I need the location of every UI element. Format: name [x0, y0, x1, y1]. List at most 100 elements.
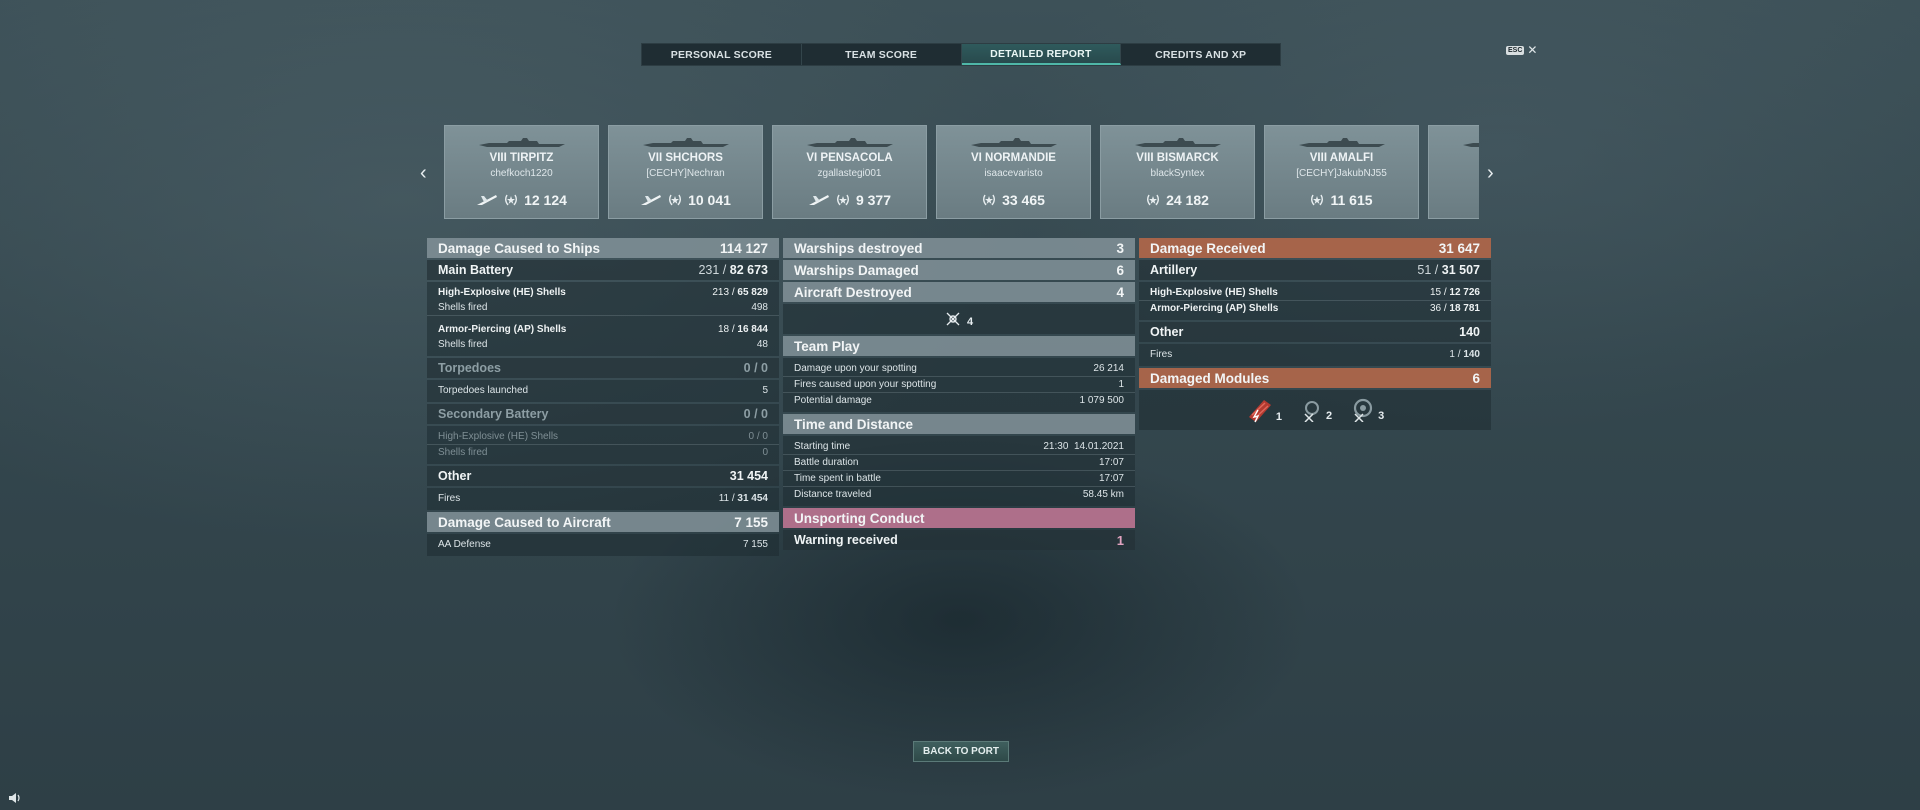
ship-card[interactable]: VI PENSACOLA zgallastegi001 9 377 — [772, 125, 927, 219]
player-name: [CECHY]Nechran — [646, 168, 725, 179]
received-ap-row: Armor-Piercing (AP) Shells 36 / 18 781 — [1150, 303, 1480, 314]
received-fires-row: Fires 1 / 140 — [1150, 349, 1480, 360]
distance-traveled-row: Distance traveled 58.45 km — [794, 489, 1124, 500]
aircraft-icon-count: 4 — [966, 316, 974, 328]
spotting-fires-row: Fires caused upon your spotting 1 — [783, 377, 1135, 393]
potential-damage-row: Potential damage 1 079 500 — [794, 395, 1124, 406]
ship-name: VI PENSACOLA — [806, 152, 893, 164]
ship-score-line: 33 465 — [937, 192, 1090, 208]
player-name: zgallastegi001 — [817, 168, 882, 179]
ship-silhouette-icon — [971, 138, 1057, 147]
damaged-modules-header: Damaged Modules 6 — [1139, 368, 1491, 388]
ship-card[interactable]: VIII AMALFI [CECHY]JakubNJ55 11 615 — [1264, 125, 1419, 219]
warships-damaged-row: Warships Damaged 6 — [783, 260, 1135, 280]
torpedoes-row: Torpedoes 0 / 0 — [427, 358, 779, 378]
ship-score-line: 10 041 — [609, 192, 762, 208]
artillery-details: High-Explosive (HE) Shells 15 / 12 726 Ar… — [1139, 282, 1491, 320]
damage-received-header: Damage Received 31 647 — [1139, 238, 1491, 258]
laurel-icon — [983, 194, 996, 206]
ship-card[interactable]: VIII TIRPITZ chefkoch1220 12 124 — [444, 125, 599, 219]
plane-destroyed-icon — [946, 312, 960, 326]
warships-destroyed-row: Warships destroyed 3 — [783, 238, 1135, 258]
main-battery-details: High-Explosive (HE) Shells 213 / 65 829 S… — [427, 282, 779, 356]
secondary-battery-row: Secondary Battery 0 / 0 — [427, 404, 779, 424]
player-name: [NO — [1429, 168, 1479, 179]
module-engine: 1 — [1246, 397, 1282, 423]
turret-icon — [1353, 398, 1373, 422]
fires-row: Fires 11 / 31 454 — [438, 493, 768, 504]
ship-card[interactable]: VI NORMANDIE isaacevaristo 33 465 — [936, 125, 1091, 219]
ship-name: VIII TIRPITZ — [489, 152, 554, 164]
he-shells-fired-row: Shells fired 498 — [427, 300, 779, 316]
player-name: [CECHY]JakubNJ55 — [1296, 168, 1387, 179]
spotter-plane-icon — [808, 195, 829, 205]
player-name: chefkoch1220 — [490, 168, 553, 179]
damage-to-aircraft-header: Damage Caused to Aircraft 7 155 — [427, 512, 779, 532]
torpedoes-details: Torpedoes launched 5 — [427, 380, 779, 402]
time-in-battle-row: Time spent in battle 17:07 — [783, 471, 1135, 487]
main-battery-row: Main Battery 231 / 82 673 — [427, 260, 779, 280]
sound-icon[interactable] — [8, 792, 22, 804]
unsporting-conduct-header: Unsporting Conduct — [783, 508, 1135, 528]
close-button[interactable]: ESC ✕ — [1506, 43, 1538, 57]
received-he-row: High-Explosive (HE) Shells 15 / 12 726 — [1139, 285, 1491, 301]
secondary-fired-row: Shells fired 0 — [438, 447, 768, 458]
starting-time-row: Starting time 21:30 14.01.2021 — [783, 439, 1135, 455]
ship-card[interactable]: [NO — [1428, 125, 1479, 219]
battle-duration-row: Battle duration 17:07 — [783, 455, 1135, 471]
ship-name: VII SHCHORS — [648, 152, 723, 164]
carousel-next-arrow-icon[interactable]: › — [1487, 163, 1494, 183]
tab-detailed-report[interactable]: DETAILED REPORT — [961, 44, 1122, 65]
module-turret: 3 — [1350, 398, 1384, 422]
team-play-header: Team Play — [783, 336, 1135, 356]
received-other-details: Fires 1 / 140 — [1139, 344, 1491, 366]
ship-carousel: VIII TIRPITZ chefkoch1220 12 124 VII SHCHOR… — [444, 125, 1479, 220]
player-name: isaacevaristo — [984, 168, 1043, 179]
laurel-icon — [1311, 194, 1324, 206]
other-damage-row: Other 31 454 — [427, 466, 779, 486]
steering-gear-icon — [1304, 401, 1319, 422]
esc-key-icon: ESC — [1506, 45, 1525, 55]
spotter-plane-icon — [477, 195, 498, 205]
laurel-icon — [837, 194, 849, 206]
he-shells-row: High-Explosive (HE) Shells 213 / 65 829 — [438, 287, 768, 298]
engine-damaged-icon — [1248, 400, 1271, 423]
received-other-row: Other 140 — [1139, 322, 1491, 342]
aa-defense-row: AA Defense 7 155 — [438, 539, 768, 550]
damage-dealt-column: Damage Caused to Ships 114 127 Main Batte… — [427, 238, 779, 558]
torpedoes-launched-row: Torpedoes launched 5 — [438, 385, 768, 396]
laurel-icon — [505, 194, 518, 206]
ship-score: 10 041 — [688, 192, 731, 208]
damage-received-column: Damage Received 31 647 Artillery 51 / 31 5… — [1139, 238, 1491, 430]
damaged-modules-icons: 1 2 3 — [1139, 390, 1491, 430]
artillery-row: Artillery 51 / 31 507 — [1139, 260, 1491, 280]
ship-score-line: 24 182 — [1101, 192, 1254, 208]
laurel-icon — [669, 194, 682, 206]
close-icon: ✕ — [1527, 43, 1538, 57]
tab-personal-score[interactable]: PERSONAL SCORE — [642, 44, 802, 65]
ship-score: 9 377 — [855, 192, 892, 208]
time-distance-details: Starting time 21:30 14.01.2021 Battle dur… — [783, 436, 1135, 506]
spotter-plane-icon — [641, 195, 662, 205]
module-steering: 2 — [1300, 398, 1332, 422]
ship-score-line: 9 377 — [773, 192, 926, 208]
tab-credits-and-xp[interactable]: CREDITS AND XP — [1121, 44, 1280, 65]
ship-name: VI NORMANDIE — [971, 152, 1056, 164]
ship-name: VIII AMALFI — [1309, 152, 1374, 164]
ship-silhouette-icon — [643, 138, 729, 147]
carousel-prev-arrow-icon[interactable]: ‹ — [420, 163, 427, 183]
ship-silhouette-icon — [807, 138, 893, 147]
player-name: blackSyntex — [1150, 168, 1205, 179]
battle-summary-column: Warships destroyed 3 Warships Damaged 6 Ai… — [783, 238, 1135, 552]
secondary-he-row: High-Explosive (HE) Shells 0 / 0 — [427, 429, 779, 445]
ship-score: 12 124 — [524, 192, 567, 208]
ship-silhouette-icon — [479, 138, 565, 147]
ship-card[interactable]: VIII BISMARCK blackSyntex 24 182 — [1100, 125, 1255, 219]
back-to-port-button[interactable]: BACK TO PORT — [913, 741, 1009, 762]
ship-card[interactable]: VII SHCHORS [CECHY]Nechran 10 041 — [608, 125, 763, 219]
tab-team-score[interactable]: TEAM SCORE — [802, 44, 962, 65]
other-damage-details: Fires 11 / 31 454 — [427, 488, 779, 510]
ship-silhouette-icon — [1299, 138, 1385, 147]
ship-score-line: 12 124 — [445, 192, 598, 208]
spotting-damage-row: Damage upon your spotting 26 214 — [783, 361, 1135, 377]
